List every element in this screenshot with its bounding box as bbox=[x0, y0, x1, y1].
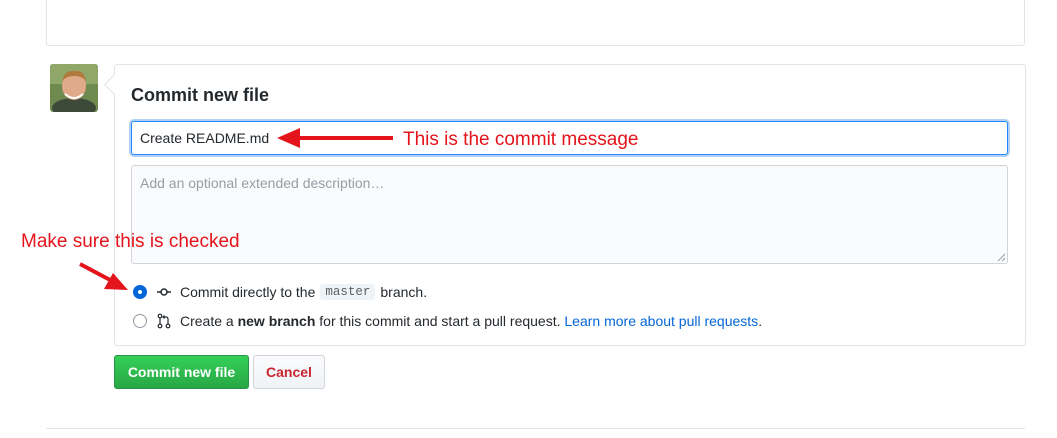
learn-more-pull-requests-link[interactable]: Learn more about pull requests bbox=[564, 313, 758, 329]
divider bbox=[46, 428, 1025, 429]
new-branch-label-middle: for this commit and start a pull request… bbox=[319, 313, 561, 329]
git-pull-request-icon bbox=[157, 313, 171, 329]
checked-annotation: Make sure this is checked bbox=[21, 231, 240, 252]
new-branch-option[interactable]: Create a new branch for this commit and … bbox=[133, 312, 762, 330]
new-branch-label-prefix: Create a bbox=[180, 313, 234, 329]
commit-heading: Commit new file bbox=[131, 85, 270, 105]
commit-direct-label: Commit directly to the bbox=[180, 284, 316, 300]
new-branch-label-end: . bbox=[758, 313, 763, 329]
avatar bbox=[50, 64, 98, 112]
file-editor-panel bbox=[46, 0, 1025, 46]
extended-description-textarea[interactable] bbox=[131, 165, 1008, 264]
branch-name: master bbox=[320, 284, 376, 300]
commit-direct-suffix: branch. bbox=[380, 284, 428, 300]
git-commit-icon bbox=[157, 288, 171, 296]
commit-direct-option[interactable]: Commit directly to the master branch. bbox=[133, 283, 427, 301]
new-branch-label-bold: new branch bbox=[237, 313, 316, 329]
cancel-button[interactable]: Cancel bbox=[253, 355, 325, 389]
commit-direct-radio[interactable] bbox=[133, 285, 147, 299]
new-branch-radio[interactable] bbox=[133, 314, 147, 328]
commit-message-annotation: This is the commit message bbox=[403, 129, 639, 150]
resize-handle-icon[interactable] bbox=[996, 252, 1006, 262]
commit-new-file-button[interactable]: Commit new file bbox=[114, 355, 249, 389]
